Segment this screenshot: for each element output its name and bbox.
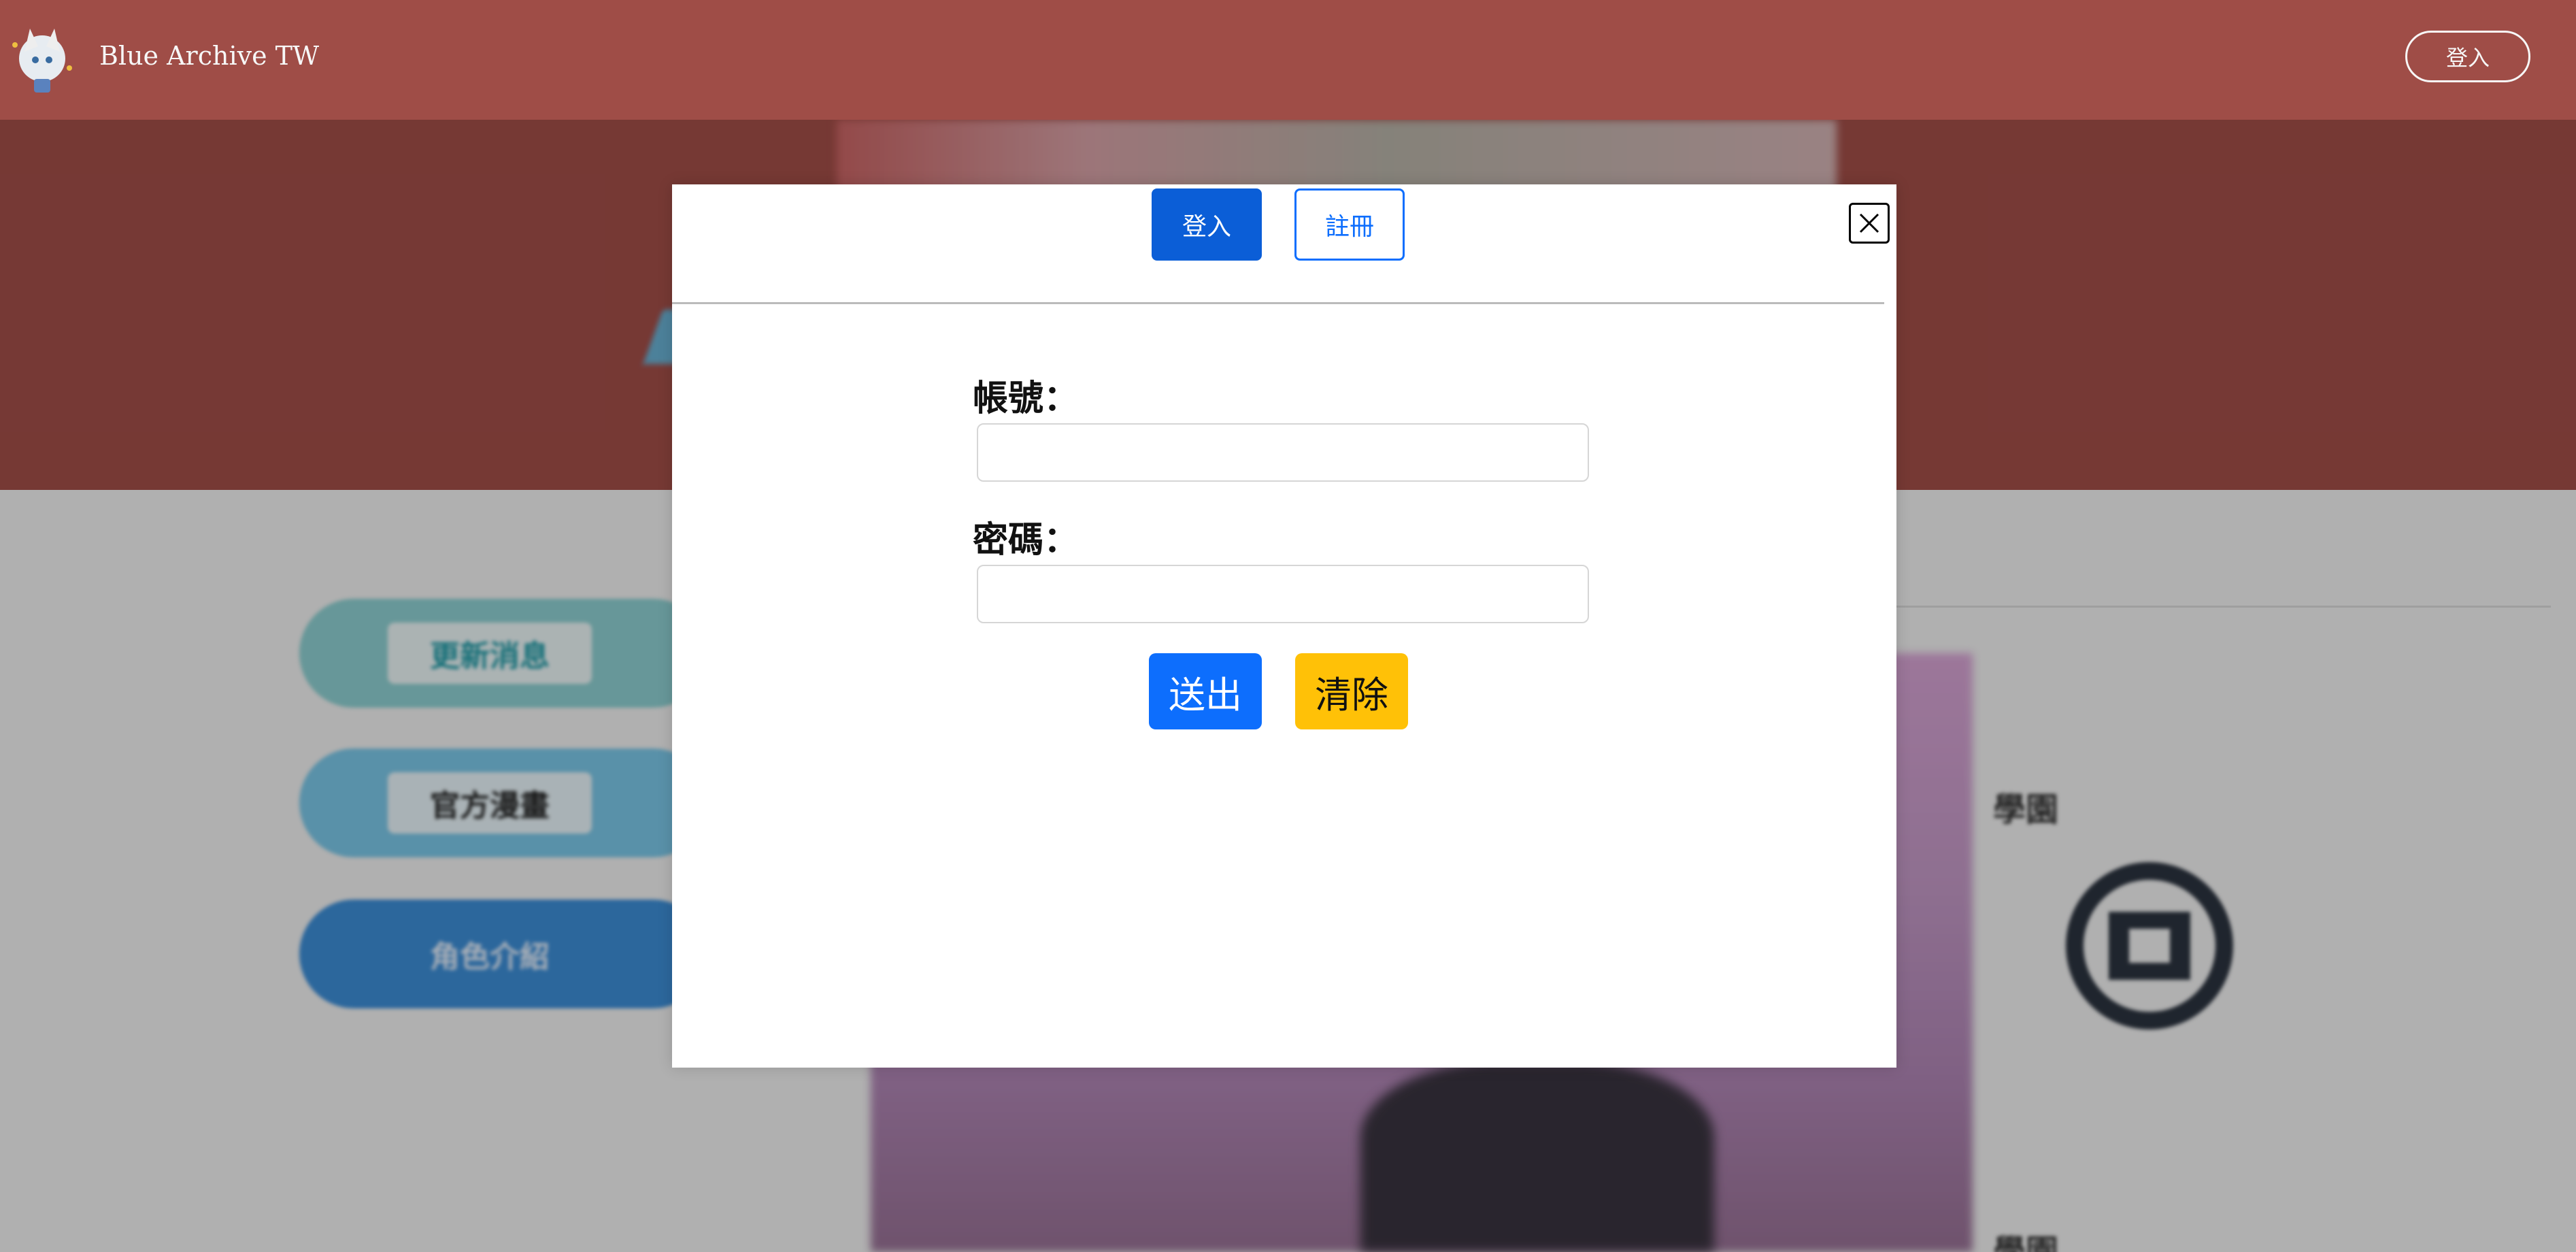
username-label: 帳號： (973, 378, 1080, 419)
navbar-login-button[interactable]: 登入 (2405, 31, 2530, 82)
clear-button[interactable]: 清除 (1295, 653, 1408, 729)
username-input[interactable] (977, 423, 1589, 482)
password-input[interactable] (977, 565, 1589, 623)
close-button[interactable] (1849, 203, 1890, 244)
modal-divider (672, 302, 1884, 304)
top-navbar: Blue Archive TW 登入 (0, 0, 2576, 120)
logo-icon[interactable] (10, 24, 75, 95)
tab-login[interactable]: 登入 (1152, 188, 1262, 261)
close-icon (1859, 213, 1879, 233)
login-modal: 登入 註冊 帳號： 密碼： 送出 清除 (672, 184, 1896, 1068)
submit-button[interactable]: 送出 (1149, 653, 1262, 729)
password-label: 密碼： (973, 519, 1080, 561)
site-brand[interactable]: Blue Archive TW (99, 41, 319, 71)
tab-register[interactable]: 註冊 (1294, 188, 1405, 261)
page: 更新消息 官方漫畫 角色介紹 學園 學園 Blue Archive TW 登入 … (0, 0, 2576, 1252)
